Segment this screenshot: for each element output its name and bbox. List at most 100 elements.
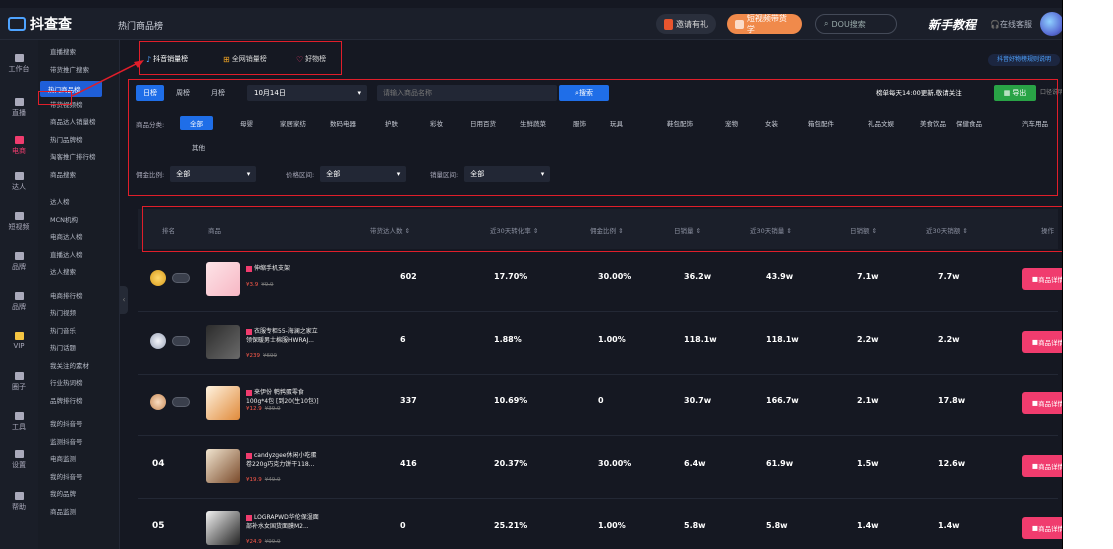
category-item[interactable]: 日用百货 bbox=[470, 116, 496, 130]
rules-link[interactable]: 抖音好物榜规则说明 bbox=[988, 54, 1060, 66]
subnav-item[interactable]: 电商排行榜 bbox=[50, 290, 83, 300]
category-item[interactable]: 玩具 bbox=[610, 116, 623, 130]
guide-link[interactable]: 口径说明 bbox=[1040, 87, 1062, 96]
subnav-item[interactable]: 淘客推广排行榜 bbox=[50, 151, 96, 161]
column-header[interactable]: 佣金比例 ⇕ bbox=[590, 225, 624, 235]
subnav-item[interactable]: 热门话题 bbox=[50, 342, 76, 352]
column-header[interactable]: 近30天销量 ⇕ bbox=[750, 225, 792, 235]
rail-item[interactable]: 品牌 bbox=[0, 292, 38, 312]
category-item[interactable]: 汽车用品 bbox=[1022, 116, 1048, 130]
period-week[interactable]: 周榜 bbox=[168, 85, 198, 101]
date-picker[interactable]: 10月14日 ▾ bbox=[247, 85, 367, 101]
subnav-item[interactable]: 带货视频榜 bbox=[50, 99, 83, 109]
tab-good-items[interactable]: ♡ 好物榜 bbox=[296, 54, 326, 64]
subnav-item[interactable]: 直播达人榜 bbox=[50, 249, 83, 259]
subnav-item[interactable]: 行业热词榜 bbox=[50, 377, 83, 387]
product-detail-button[interactable]: ■ 商品详情 bbox=[1022, 331, 1062, 353]
subnav-item[interactable]: 直播搜索 bbox=[50, 46, 76, 56]
subnav-item[interactable]: 电商达人榜 bbox=[50, 231, 83, 241]
product-search-input[interactable]: 请输入商品名称 bbox=[377, 85, 557, 101]
subnav-item[interactable]: 电商监测 bbox=[50, 453, 76, 463]
product-thumbnail[interactable] bbox=[206, 386, 240, 420]
subnav-item[interactable]: 我的抖音号 bbox=[50, 418, 83, 428]
export-button[interactable]: ▦ 导出 bbox=[994, 85, 1036, 101]
category-item[interactable]: 服饰 bbox=[573, 116, 586, 130]
category-item[interactable]: 礼品文娱 bbox=[868, 116, 894, 130]
commission-select[interactable]: 全部 ▾ bbox=[170, 166, 257, 182]
category-item[interactable]: 护肤 bbox=[385, 116, 398, 130]
product-detail-button[interactable]: ■ 商品详情 bbox=[1022, 517, 1062, 539]
category-item[interactable]: 女装 bbox=[765, 116, 778, 130]
product-name[interactable]: 衣服专柜55-海澜之家立领保暖男士棉服HWRAJ... bbox=[246, 327, 320, 345]
product-name[interactable]: 来伊份 鹌鹑蛋零食100g*4包 [到20(生10包)] bbox=[246, 388, 320, 406]
subnav-item[interactable]: 商品达人销量榜 bbox=[50, 116, 96, 126]
product-name[interactable]: LOGRAPWD华伦保湿面部补水女国货面膜M2... bbox=[246, 513, 320, 531]
tab-douyin-sales[interactable]: ♪ 抖音销量榜 bbox=[146, 54, 188, 64]
category-item[interactable]: 鞋包配饰 bbox=[667, 116, 693, 130]
column-header[interactable]: 日销额 ⇕ bbox=[850, 225, 877, 235]
subnav-item[interactable]: 达人搜索 bbox=[50, 266, 76, 276]
column-header[interactable]: 近30天转化率 ⇕ bbox=[490, 225, 538, 235]
category-item[interactable]: 美食饮品 bbox=[920, 116, 946, 130]
product-name[interactable]: 伸缩手机支架 bbox=[246, 264, 320, 273]
subnav-item[interactable]: 达人榜 bbox=[50, 196, 70, 206]
category-item[interactable]: 家居家纺 bbox=[280, 116, 306, 130]
subnav-item[interactable]: 商品监测 bbox=[50, 506, 76, 516]
column-header[interactable]: 日销量 ⇕ bbox=[674, 225, 701, 235]
global-search[interactable]: ⌕ DOU搜索 bbox=[815, 14, 897, 34]
column-header[interactable]: 带货达人数 ⇕ bbox=[370, 225, 410, 235]
category-other[interactable]: 其他 bbox=[192, 142, 205, 152]
rail-item[interactable]: 品牌 bbox=[0, 252, 38, 272]
rail-item[interactable]: 工作台 bbox=[0, 54, 38, 74]
subnav-item[interactable]: 我的抖音号 bbox=[50, 471, 83, 481]
collapse-sidebar-handle[interactable]: ‹ bbox=[120, 286, 128, 314]
promo-button[interactable]: 短视频带货学 bbox=[727, 14, 802, 34]
product-detail-button[interactable]: ■ 商品详情 bbox=[1022, 392, 1062, 414]
price-select[interactable]: 全部 ▾ bbox=[320, 166, 407, 182]
category-item[interactable]: 全部 bbox=[180, 116, 213, 130]
subnav-item[interactable]: 热门音乐 bbox=[50, 325, 76, 335]
newbie-guide-link[interactable]: 新手教程 bbox=[928, 16, 976, 33]
product-thumbnail[interactable] bbox=[206, 449, 240, 483]
product-title: candyzgee休闲小吃蛋卷220g巧克力饼干118... bbox=[246, 452, 317, 468]
rail-item[interactable]: 圈子 bbox=[0, 372, 38, 392]
category-item[interactable]: 箱包配件 bbox=[808, 116, 834, 130]
tab-network-sales[interactable]: ⊞ 全网销量榜 bbox=[223, 54, 267, 64]
avatar[interactable] bbox=[1040, 12, 1062, 36]
subnav-item[interactable]: 品牌排行榜 bbox=[50, 395, 83, 405]
subnav-item[interactable]: MCN机构 bbox=[50, 214, 78, 224]
logo[interactable]: 抖查查 bbox=[8, 14, 72, 34]
rail-item[interactable]: 帮助 bbox=[0, 492, 38, 512]
rail-item[interactable]: 工具 bbox=[0, 412, 38, 432]
rail-item[interactable]: VIP bbox=[0, 332, 38, 350]
rail-item[interactable]: 电商 bbox=[0, 136, 38, 156]
search-button[interactable]: ⌕ 搜索 bbox=[559, 85, 609, 101]
rail-item[interactable]: 设置 bbox=[0, 450, 38, 470]
product-thumbnail[interactable] bbox=[206, 511, 240, 545]
rail-item[interactable]: 短视频 bbox=[0, 212, 38, 232]
product-thumbnail[interactable] bbox=[206, 325, 240, 359]
product-detail-button[interactable]: ■ 商品详情 bbox=[1022, 268, 1062, 290]
rail-item[interactable]: 直播 bbox=[0, 98, 38, 118]
subnav-item[interactable]: 热门视频 bbox=[50, 307, 76, 317]
subnav-item[interactable]: 我关注的素材 bbox=[50, 360, 89, 370]
invite-button[interactable]: 邀请有礼 bbox=[656, 14, 716, 34]
subnav-item[interactable]: 商品搜索 bbox=[50, 169, 76, 179]
category-item[interactable]: 数码电器 bbox=[330, 116, 356, 130]
period-month[interactable]: 月榜 bbox=[202, 85, 234, 101]
rail-item[interactable]: 达人 bbox=[0, 172, 38, 192]
product-detail-button[interactable]: ■ 商品详情 bbox=[1022, 455, 1062, 477]
category-item[interactable]: 母婴 bbox=[240, 116, 253, 130]
subnav-item[interactable]: 监测抖音号 bbox=[50, 436, 83, 446]
product-name[interactable]: candyzgee休闲小吃蛋卷220g巧克力饼干118... bbox=[246, 451, 320, 469]
subnav-item[interactable]: 热门品牌榜 bbox=[50, 134, 83, 144]
category-item[interactable]: 彩妆 bbox=[430, 116, 443, 130]
customer-service-link[interactable]: 🎧在线客服 bbox=[990, 19, 1032, 30]
subnav-item[interactable]: 我的品牌 bbox=[50, 488, 76, 498]
product-thumbnail[interactable] bbox=[206, 262, 240, 296]
category-item[interactable]: 宠物 bbox=[725, 116, 738, 130]
category-item[interactable]: 保健食品 bbox=[956, 116, 982, 130]
sales-select[interactable]: 全部 ▾ bbox=[464, 166, 551, 182]
category-item[interactable]: 生鲜蔬菜 bbox=[520, 116, 546, 130]
column-header[interactable]: 近30天销额 ⇕ bbox=[926, 225, 968, 235]
